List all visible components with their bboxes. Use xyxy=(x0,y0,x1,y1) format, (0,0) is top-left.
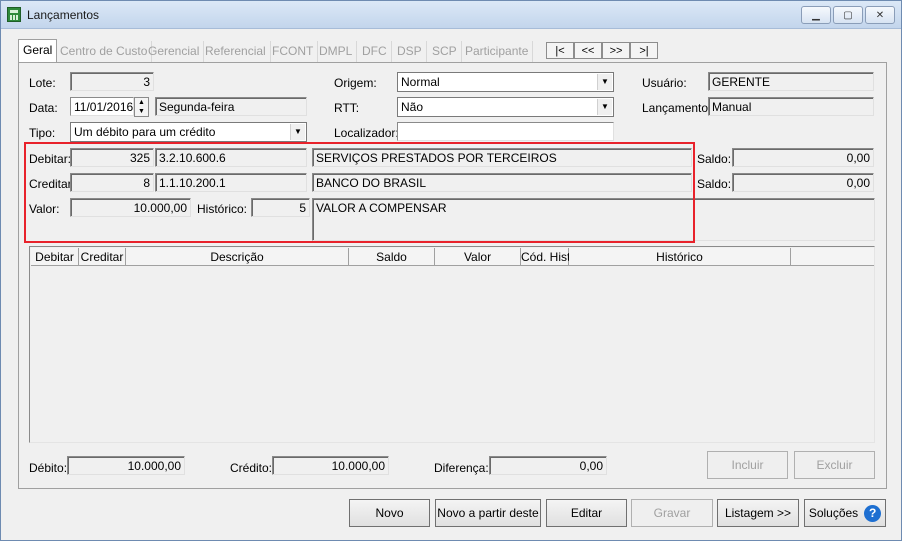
data-label: Data: xyxy=(29,101,58,115)
tab-centro-de-custo[interactable]: Centro de Custo xyxy=(56,41,153,62)
diferenca-label: Diferença: xyxy=(434,461,489,475)
column-header-debitar[interactable]: Debitar xyxy=(31,248,79,266)
tab-fcont[interactable]: FCONT xyxy=(268,41,319,62)
minimize-button[interactable]: ▁ xyxy=(801,6,831,24)
tipo-select[interactable]: Um débito para um crédito ▼ xyxy=(70,122,307,142)
saldo-debitar-field: 0,00 xyxy=(732,148,874,167)
lancamentos-window: Lançamentos ▁ ▢ ✕ Geral Centro de Custo … xyxy=(0,0,902,541)
origem-label: Origem: xyxy=(334,76,377,90)
gravar-button[interactable]: Gravar xyxy=(631,499,713,527)
credito-label: Crédito: xyxy=(230,461,273,475)
listagem-button[interactable]: Listagem >> xyxy=(717,499,799,527)
lancamento-field[interactable]: Manual xyxy=(708,97,874,116)
origem-value: Normal xyxy=(401,75,440,89)
entries-grid[interactable]: Debitar Creditar Descrição Saldo Valor C… xyxy=(29,246,875,443)
tab-participante[interactable]: Participante xyxy=(461,41,534,62)
title-bar: Lançamentos ▁ ▢ ✕ xyxy=(1,1,901,29)
novo-a-partir-deste-button[interactable]: Novo a partir deste xyxy=(435,499,541,527)
lote-label: Lote: xyxy=(29,76,56,90)
incluir-button[interactable]: Incluir xyxy=(707,451,788,479)
saldo-creditar-field: 0,00 xyxy=(732,173,874,192)
tab-dfc[interactable]: DFC xyxy=(358,41,392,62)
window-title: Lançamentos xyxy=(27,8,100,22)
saldo-debitar-label: Saldo: xyxy=(697,152,732,166)
usuario-label: Usuário: xyxy=(642,76,687,90)
tipo-label: Tipo: xyxy=(29,126,56,140)
editar-button[interactable]: Editar xyxy=(546,499,627,527)
tab-scp[interactable]: SCP xyxy=(428,41,462,62)
lote-field[interactable]: 3 xyxy=(70,72,154,91)
column-header-descricao[interactable]: Descrição xyxy=(126,248,349,266)
diferenca-total-field: 0,00 xyxy=(489,456,607,475)
localizador-label: Localizador: xyxy=(334,126,399,140)
date-spinner[interactable]: ▲ ▼ xyxy=(134,97,149,117)
lancamento-label: Lançamento: xyxy=(642,101,712,115)
tab-dmpl[interactable]: DMPL xyxy=(315,41,358,62)
close-icon: ✕ xyxy=(875,9,885,21)
maximize-icon: ▢ xyxy=(843,9,853,21)
credito-total-field: 10.000,00 xyxy=(272,456,389,475)
solucoes-button[interactable]: Soluções ? xyxy=(804,499,886,527)
rtt-value: Não xyxy=(401,100,424,114)
help-icon: ? xyxy=(864,504,882,522)
rtt-label: RTT: xyxy=(334,101,360,115)
calculator-icon xyxy=(7,7,21,22)
tab-dsp[interactable]: DSP xyxy=(393,41,427,62)
spinner-up-icon[interactable]: ▲ xyxy=(135,98,148,107)
solucoes-label: Soluções xyxy=(808,506,859,520)
column-header-saldo[interactable]: Saldo xyxy=(349,248,435,266)
nav-first-button[interactable]: |< xyxy=(546,42,574,59)
weekday-field: Segunda-feira xyxy=(155,97,307,116)
tab-referencial[interactable]: Referencial xyxy=(201,41,271,62)
column-header-cod-hist[interactable]: Cód. Hist. xyxy=(521,248,574,266)
maximize-button[interactable]: ▢ xyxy=(833,6,863,24)
column-header-valor[interactable]: Valor xyxy=(435,248,521,266)
tipo-value: Um débito para um crédito xyxy=(74,125,216,139)
localizador-field[interactable] xyxy=(397,122,614,141)
column-header-blank xyxy=(791,248,874,266)
column-header-historico[interactable]: Histórico xyxy=(569,248,791,266)
nav-next-button[interactable]: >> xyxy=(602,42,630,59)
highlight-box xyxy=(24,142,695,243)
chevron-down-icon: ▼ xyxy=(597,99,612,115)
tab-geral[interactable]: Geral xyxy=(18,39,58,62)
minimize-icon: ▁ xyxy=(812,9,820,21)
debito-label: Débito: xyxy=(29,461,68,475)
data-field[interactable]: 11/01/2016 xyxy=(70,97,134,116)
close-button[interactable]: ✕ xyxy=(865,6,895,24)
tab-gerencial[interactable]: Gerencial xyxy=(144,41,205,62)
usuario-field[interactable]: GERENTE xyxy=(708,72,874,91)
spinner-down-icon[interactable]: ▼ xyxy=(135,107,148,116)
debito-total-field: 10.000,00 xyxy=(67,456,185,475)
chevron-down-icon: ▼ xyxy=(290,124,305,140)
novo-button[interactable]: Novo xyxy=(349,499,430,527)
excluir-button[interactable]: Excluir xyxy=(794,451,875,479)
nav-prev-button[interactable]: << xyxy=(574,42,602,59)
saldo-creditar-label: Saldo: xyxy=(697,177,732,191)
chevron-down-icon: ▼ xyxy=(597,74,612,90)
column-header-creditar[interactable]: Creditar xyxy=(79,248,126,266)
nav-last-button[interactable]: >| xyxy=(630,42,658,59)
origem-select[interactable]: Normal ▼ xyxy=(397,72,614,92)
rtt-select[interactable]: Não ▼ xyxy=(397,97,614,117)
